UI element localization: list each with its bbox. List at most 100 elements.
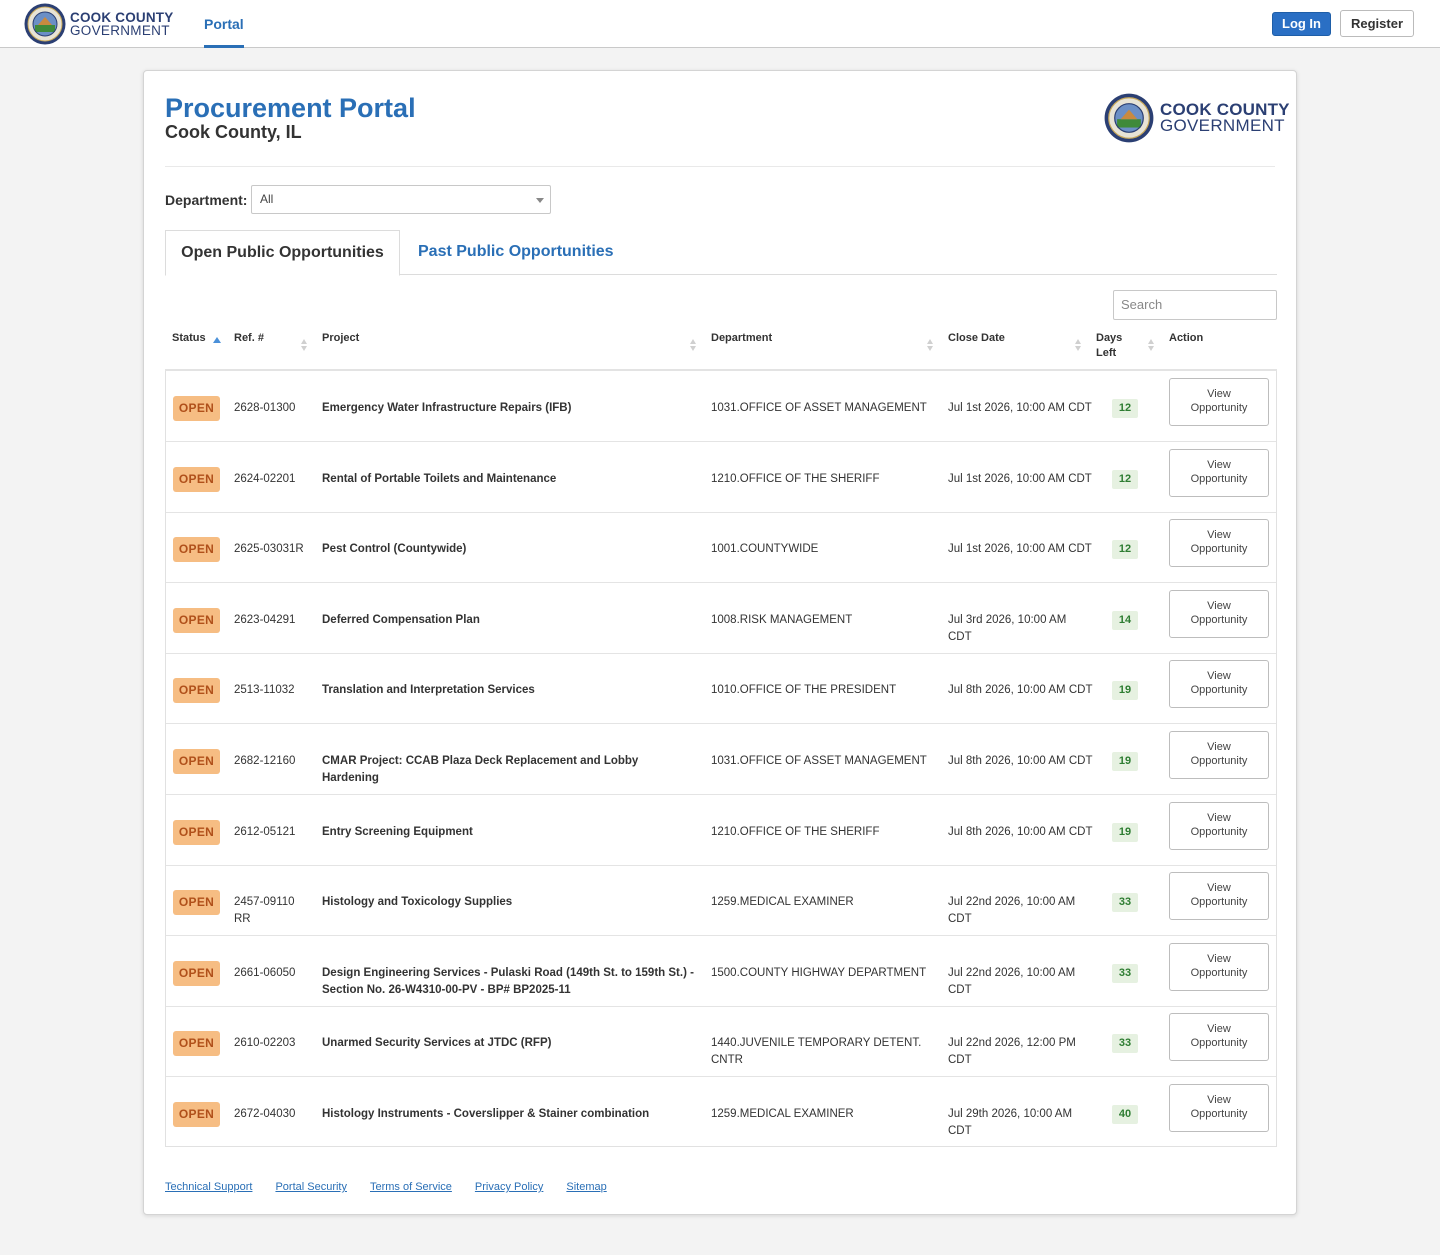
page-title: Procurement Portal — [165, 93, 416, 123]
project-name: Rental of Portable Toilets and Maintenan… — [322, 472, 557, 485]
column-header-days-left[interactable]: Days Left — [1096, 331, 1122, 361]
view-label: View — [1207, 1023, 1231, 1036]
nav-portal-link[interactable]: Portal — [204, 0, 244, 48]
project-name: Entry Screening Equipment — [322, 825, 473, 838]
close-date: Jul 8th 2026, 10:00 AM CDT — [948, 755, 1093, 767]
view-opportunity-button[interactable]: View Opportunity — [1169, 731, 1269, 779]
project-name: Emergency Water Infrastructure Repairs (… — [322, 402, 572, 414]
department-filter-label: Department: — [165, 192, 248, 208]
footer-link[interactable]: Privacy Policy — [475, 1181, 543, 1193]
table-row: OPEN 2625-03031R Pest Control (Countywide)… — [166, 512, 1276, 584]
county-logo: COOK COUNTY GOVERNMENT — [1104, 93, 1290, 143]
chevron-down-icon — [536, 198, 544, 203]
column-header-status[interactable]: Status — [172, 331, 206, 346]
department-name: 1259.MEDICAL EXAMINER — [711, 1108, 854, 1120]
action-header-label: Action — [1169, 332, 1204, 344]
view-opportunity-button[interactable]: View Opportunity — [1169, 942, 1269, 991]
column-header-ref[interactable]: Ref. # — [234, 331, 264, 346]
table-row: OPEN 2457-09110 RR Histology and Toxicolog… — [166, 865, 1276, 937]
tab-past-opportunities[interactable]: Past Public Opportunities — [418, 230, 614, 275]
days-left-badge: 19 — [1112, 681, 1138, 701]
ref-number: 2672-04030 — [234, 1108, 296, 1120]
view-label: View — [1207, 952, 1231, 965]
column-header-department[interactable]: Department — [711, 331, 772, 346]
days-left-badge: 12 — [1112, 540, 1138, 560]
sort-icon[interactable] — [1075, 338, 1081, 352]
view-label: View — [1207, 882, 1231, 895]
view-label: View — [1207, 741, 1231, 753]
view-opportunity-button[interactable]: View Opportunity — [1169, 801, 1269, 850]
view-opportunity-button[interactable]: View Opportunity — [1169, 1084, 1269, 1132]
search-input[interactable]: Search — [1113, 290, 1277, 320]
status-badge: OPEN — [173, 396, 220, 421]
ref-number: 2682-12160 — [234, 755, 296, 767]
status-badge: OPEN — [173, 607, 220, 633]
register-button[interactable]: Register — [1340, 10, 1414, 37]
column-header-project[interactable]: Project — [322, 331, 359, 346]
opportunities-table-body: OPEN 2628-01300 Emergency Water Infrastruc… — [165, 371, 1277, 1147]
column-header-close-date[interactable]: Close Date — [948, 331, 1005, 346]
brand-line2: GOVERNMENT — [70, 23, 170, 38]
ref-number: 2457-09110 RR — [234, 896, 295, 926]
page-subtitle: Cook County, IL — [165, 122, 302, 142]
tab-open-opportunities[interactable]: Open Public Opportunities — [165, 230, 400, 276]
opportunity-tabs: Open Public Opportunities Past Public Op… — [165, 230, 1277, 276]
status-badge: OPEN — [173, 678, 220, 704]
department-name: 1008.RISK MANAGEMENT — [711, 613, 853, 626]
days-left-badge: 19 — [1112, 752, 1138, 771]
close-date: Jul 3rd 2026, 10:00 AM CDT — [948, 613, 1067, 643]
sort-icon[interactable] — [1148, 338, 1154, 352]
department-name: 1210.OFFICE OF THE SHERIFF — [711, 472, 880, 485]
logo-line2: GOVERNMENT — [1160, 116, 1285, 135]
department-name: 1010.OFFICE OF THE PRESIDENT — [711, 684, 897, 697]
status-badge: OPEN — [173, 1102, 220, 1127]
opportunity-label: Opportunity — [1190, 966, 1248, 979]
top-navbar: COOK COUNTY GOVERNMENT Portal Log In Reg… — [0, 0, 1440, 48]
status-badge: OPEN — [173, 537, 220, 563]
footer-link[interactable]: Portal Security — [275, 1181, 347, 1193]
sort-icon[interactable] — [927, 338, 933, 352]
department-select[interactable]: All — [251, 185, 551, 214]
view-opportunity-button[interactable]: View Opportunity — [1169, 872, 1269, 921]
table-row: OPEN 2513-11032 Translation and Interpreta… — [166, 653, 1276, 725]
status-badge: OPEN — [173, 1031, 220, 1057]
view-opportunity-button[interactable]: View Opportunity — [1169, 519, 1269, 568]
view-opportunity-button[interactable]: View Opportunity — [1169, 448, 1269, 497]
footer-link[interactable]: Technical Support — [165, 1181, 252, 1193]
days-left-badge: 14 — [1112, 610, 1138, 630]
table-row: OPEN 2661-06050 Design Engineering Service… — [166, 936, 1276, 1007]
login-button[interactable]: Log In — [1272, 12, 1331, 36]
opportunity-label: Opportunity — [1190, 613, 1248, 626]
procurement-card: Procurement Portal Cook County, IL COOK … — [143, 70, 1297, 1215]
divider — [165, 166, 1275, 167]
sort-icon[interactable] — [690, 338, 696, 352]
ref-header-label: Ref. # — [234, 332, 264, 344]
ref-number: 2623-04291 — [234, 613, 296, 626]
brand-logo[interactable]: COOK COUNTY GOVERNMENT — [24, 3, 173, 45]
view-label: View — [1207, 458, 1231, 471]
view-opportunity-button[interactable]: View Opportunity — [1169, 378, 1269, 426]
view-opportunity-button[interactable]: View Opportunity — [1169, 1013, 1269, 1062]
project-name: Histology and Toxicology Supplies — [322, 896, 513, 909]
status-badge: OPEN — [173, 960, 220, 986]
department-select-value: All — [260, 192, 274, 206]
close-date: Jul 22nd 2026, 10:00 AM CDT — [948, 966, 1076, 996]
table-row: OPEN 2628-01300 Emergency Water Infrastruc… — [166, 371, 1276, 442]
footer-links: Technical Support Portal Security Terms of… — [165, 1181, 607, 1193]
opportunity-label: Opportunity — [1190, 896, 1248, 909]
view-opportunity-button[interactable]: View Opportunity — [1169, 660, 1269, 709]
table-row: OPEN 2672-04030 Histology Instruments - Co… — [166, 1077, 1276, 1148]
footer-link[interactable]: Terms of Service — [370, 1181, 452, 1193]
footer-link[interactable]: Sitemap — [566, 1181, 606, 1193]
project-name: Design Engineering Services - Pulaski Ro… — [322, 966, 694, 996]
sort-icon[interactable] — [301, 338, 307, 352]
view-label: View — [1207, 388, 1231, 400]
close-date: Jul 29th 2026, 10:00 AM CDT — [948, 1108, 1073, 1137]
county-seal-icon — [1104, 93, 1154, 143]
days-left-badge: 33 — [1112, 963, 1138, 983]
ref-number: 2625-03031R — [234, 543, 304, 556]
status-header-label: Status — [172, 332, 206, 344]
view-opportunity-button[interactable]: View Opportunity — [1169, 589, 1269, 638]
sort-ascending-icon[interactable] — [213, 337, 221, 343]
opportunity-label: Opportunity — [1190, 825, 1248, 838]
